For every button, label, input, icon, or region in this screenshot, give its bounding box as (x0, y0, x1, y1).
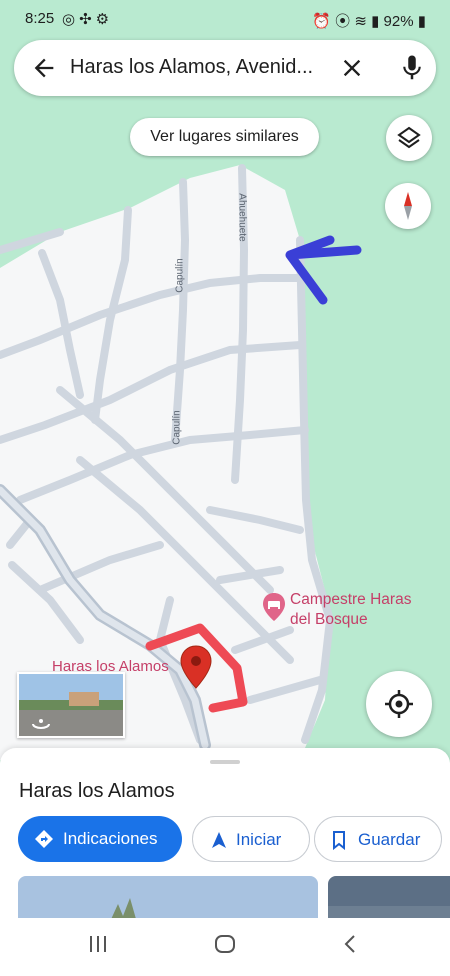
map-pin-icon (180, 645, 212, 689)
battery-icon: ▮ (417, 13, 426, 30)
navigation-arrow-icon (212, 832, 226, 848)
home-icon[interactable] (214, 932, 236, 956)
my-location-icon (385, 690, 413, 718)
alarm-icon: ⏰ (312, 13, 331, 30)
save-button[interactable]: Guardar (314, 816, 442, 862)
street-label-ahuehuete: Ahuehuete (236, 193, 248, 242)
settings-icon: ⚙ (95, 11, 114, 28)
compass-button[interactable] (385, 183, 431, 229)
status-bar: 8:25 ◎✣⚙ ⏰ ⦿ ≋ ▮ 92% ▮ (0, 0, 450, 38)
similar-places-chip[interactable]: Ver lugares similares (130, 118, 319, 156)
bookmark-icon (333, 831, 345, 850)
poi-marker[interactable] (262, 592, 286, 622)
compass-icon (404, 192, 412, 220)
status-right: ⏰ ⦿ ≋ ▮ 92% ▮ (312, 10, 426, 31)
status-time: 8:25 (25, 10, 55, 27)
system-nav-bar (0, 918, 450, 976)
start-button[interactable]: Iniciar (192, 816, 310, 862)
poi-label-line1: Campestre Haras (290, 591, 412, 608)
start-label: Iniciar (236, 830, 282, 849)
sheet-drag-handle[interactable] (210, 760, 240, 764)
whatsapp-icon: ◎ (62, 11, 80, 28)
location-icon: ⦿ (335, 13, 351, 30)
signal-icon: ▮ (371, 13, 380, 30)
street-view-image (19, 674, 123, 736)
poi-label[interactable]: Campestre Haras del Bosque (290, 590, 411, 630)
layers-icon (397, 126, 421, 149)
close-icon[interactable] (338, 54, 366, 82)
status-notification-icons: ◎✣⚙ (62, 10, 113, 28)
directions-button[interactable]: Indicaciones (18, 816, 182, 862)
pinwheel-icon: ✣ (79, 11, 96, 28)
street-view-thumbnail[interactable] (17, 672, 125, 738)
wifi-icon: ≋ (354, 13, 367, 30)
hotel-pin-icon (263, 593, 285, 621)
recent-apps-icon[interactable] (88, 932, 108, 956)
poi-label-line2: del Bosque (290, 611, 368, 628)
microphone-icon[interactable] (397, 53, 427, 83)
search-query[interactable]: Haras los Alamos, Avenid... (70, 56, 334, 79)
save-label: Guardar (358, 830, 421, 849)
layers-button[interactable] (386, 115, 432, 161)
directions-icon (35, 830, 53, 848)
arrow-left-icon[interactable] (30, 54, 58, 82)
battery-level: 92% (383, 13, 414, 30)
selected-pin[interactable] (180, 645, 212, 689)
place-title: Haras los Alamos (19, 780, 175, 802)
street-label-capulin-2: Capulín (171, 410, 183, 445)
search-bar[interactable]: Haras los Alamos, Avenid... (14, 40, 436, 96)
directions-label: Indicaciones (63, 829, 158, 848)
my-location-button[interactable] (366, 671, 432, 737)
street-label-capulin: Capulín (174, 258, 186, 293)
back-nav-icon[interactable] (340, 932, 360, 956)
